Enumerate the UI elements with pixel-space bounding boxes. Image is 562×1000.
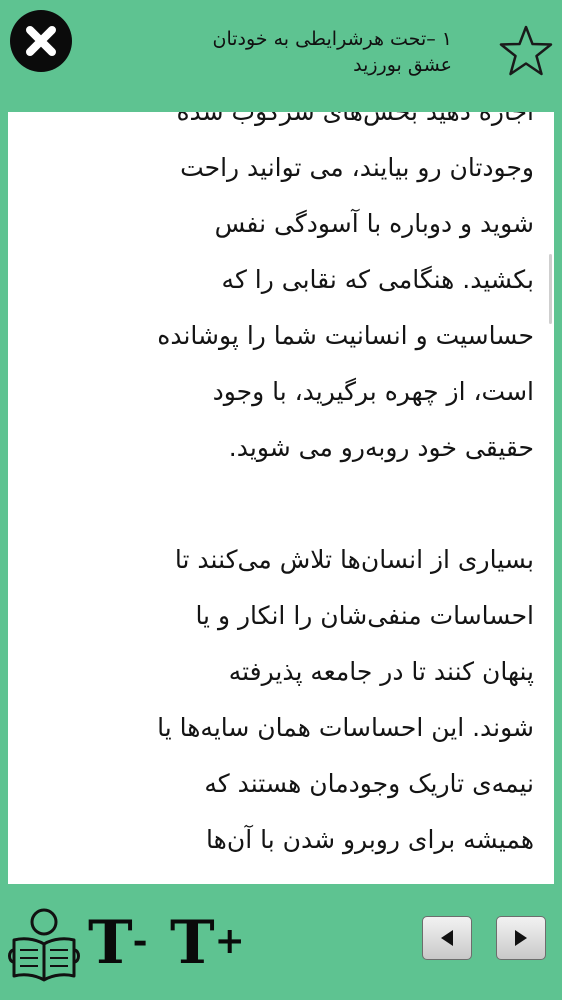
text-line: حقیقی خود روبه‌رو می شوید.: [228, 433, 534, 462]
text-line: حساسیت و انسانیت شما را پوشانده: [157, 321, 534, 350]
text-line: است، از چهره برگیرید، با وجود: [212, 377, 534, 406]
chapter-title-line2: عشق بورزید: [353, 54, 452, 76]
close-icon: [26, 26, 56, 56]
font-increase-button[interactable]: T+: [170, 896, 245, 988]
font-decrease-button[interactable]: T-: [88, 896, 148, 988]
font-increase-letter: T: [170, 908, 215, 978]
text-line: نیمه‌ی تاریک وجودمان هستند که: [204, 769, 534, 798]
text-line: اجازه دهید بخش‌های سرکوب شده: [8, 112, 554, 140]
text-line: شوند. این احساسات همان سایه‌ها یا: [157, 713, 534, 742]
text-line: احساسات منفی‌شان را انکار و یا: [195, 601, 534, 630]
text-line: همیشه برای روبرو شدن با آن‌ها: [206, 825, 534, 854]
scrollbar[interactable]: [549, 254, 552, 324]
font-decrease-letter: T: [88, 908, 133, 978]
font-increase-sign: +: [214, 920, 245, 962]
font-decrease-sign: -: [132, 920, 148, 962]
text-line: بسیاری از انسان‌ها تلاش می‌کنند تا: [174, 545, 534, 574]
header-bar: ۱ –تحت هرشرایطی به خودتان عشق بورزید: [0, 0, 562, 110]
star-icon[interactable]: [496, 22, 556, 82]
arrow-right-icon: [515, 930, 527, 946]
text-line: شوید و دوباره با آسودگی نفس: [214, 209, 534, 238]
text-line: وجودتان رو بیایند، می توانید راحت: [180, 153, 534, 182]
chapter-title: ۱ –تحت هرشرایطی به خودتان عشق بورزید: [132, 26, 452, 78]
text-line: بکشید. هنگامی که نقابی را که: [221, 265, 534, 294]
previous-page-button[interactable]: [422, 916, 472, 960]
page-text: اجازه دهید بخش‌های سرکوب شده وجودتان رو …: [8, 112, 554, 868]
text-line: پنهان کنند تا در جامعه پذیرفته: [228, 657, 534, 686]
chapter-title-line1: ۱ –تحت هرشرایطی به خودتان: [212, 28, 452, 50]
close-button[interactable]: [10, 10, 72, 72]
reading-page[interactable]: اجازه دهید بخش‌های سرکوب شده وجودتان رو …: [8, 112, 554, 884]
next-page-button[interactable]: [496, 916, 546, 960]
arrow-left-icon: [441, 930, 453, 946]
footer-bar: T- T+: [0, 888, 562, 1000]
reader-icon[interactable]: [6, 904, 82, 984]
